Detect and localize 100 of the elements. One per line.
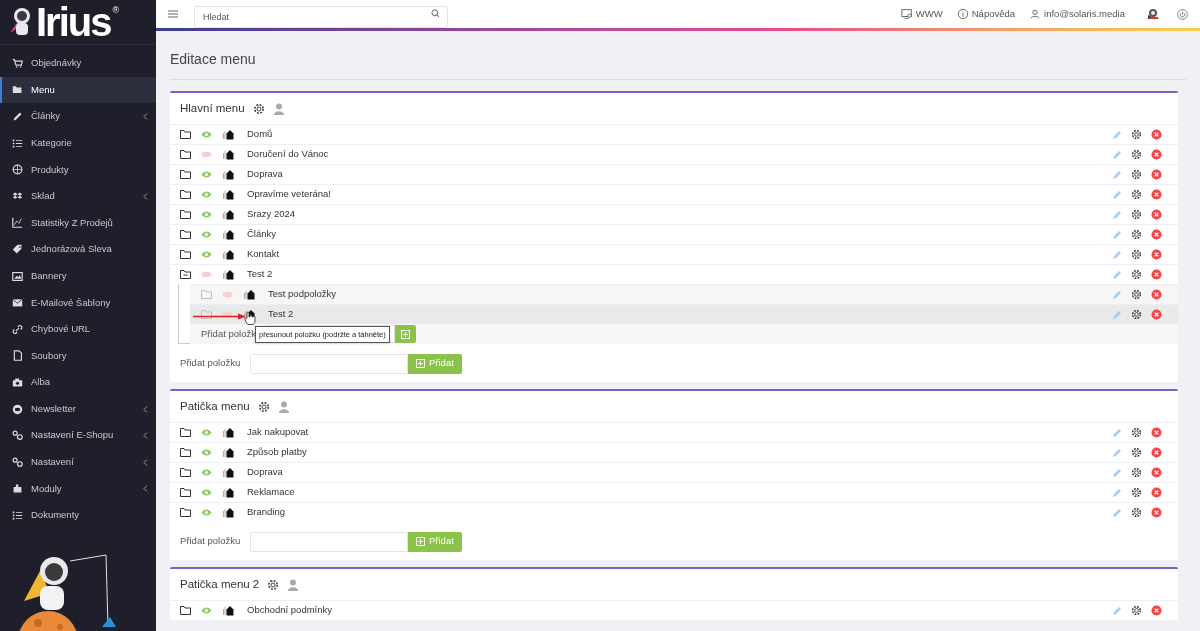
delete-icon[interactable]	[1151, 467, 1162, 478]
drag-handle-icon[interactable]	[223, 507, 234, 518]
drag-handle-icon[interactable]	[223, 229, 234, 240]
drag-handle-icon[interactable]	[223, 149, 234, 160]
delete-icon[interactable]	[1151, 269, 1162, 280]
folder-icon[interactable]	[180, 488, 191, 497]
folder-icon[interactable]	[180, 170, 191, 179]
sidebar-item[interactable]: Bannery	[0, 262, 156, 290]
folder-icon[interactable]	[180, 606, 191, 615]
delete-icon[interactable]	[1151, 249, 1162, 260]
delete-icon[interactable]	[1151, 129, 1162, 140]
drag-handle-icon[interactable]	[244, 289, 255, 300]
settings-icon[interactable]	[1131, 269, 1142, 280]
item-name-field[interactable]	[250, 531, 408, 552]
sidebar-item[interactable]: Produkty	[0, 156, 156, 183]
eye-icon[interactable]	[201, 429, 212, 436]
folder-icon[interactable]	[180, 150, 191, 159]
search-field[interactable]: Hledat	[194, 6, 448, 28]
folder-icon[interactable]	[180, 230, 191, 239]
settings-icon[interactable]	[1131, 605, 1142, 616]
eye-icon[interactable]	[201, 211, 212, 218]
settings-icon[interactable]	[1131, 249, 1142, 260]
delete-icon[interactable]	[1151, 309, 1162, 320]
eye-icon[interactable]	[201, 171, 212, 178]
hidden-eye-icon[interactable]	[222, 311, 233, 318]
folder-icon[interactable]	[180, 130, 191, 139]
drag-handle-icon[interactable]	[223, 467, 234, 478]
settings-icon[interactable]	[1131, 289, 1142, 300]
settings-icon[interactable]	[267, 578, 280, 591]
delete-icon[interactable]	[1151, 149, 1162, 160]
settings-icon[interactable]	[1131, 507, 1142, 518]
drag-handle-icon[interactable]	[223, 209, 234, 220]
user-icon[interactable]	[272, 102, 285, 115]
power-icon[interactable]	[1177, 8, 1188, 20]
folder-icon[interactable]	[180, 508, 191, 517]
settings-icon[interactable]	[1131, 467, 1142, 478]
sidebar-item[interactable]: Chybové URL	[0, 315, 156, 343]
user-icon[interactable]	[287, 578, 300, 591]
search-icon[interactable]	[431, 9, 440, 18]
eye-icon[interactable]	[201, 469, 212, 476]
menu-item-row[interactable]: Obchodní podmínky	[170, 600, 1178, 620]
top-link[interactable]: Nápověda	[956, 6, 1016, 22]
folder-icon[interactable]	[180, 428, 191, 437]
sidebar-item[interactable]: Menu	[0, 76, 156, 104]
drag-handle-icon[interactable]	[223, 487, 234, 498]
settings-icon[interactable]	[1131, 427, 1142, 438]
eye-icon[interactable]	[201, 607, 212, 614]
eye-icon[interactable]	[201, 489, 212, 496]
drag-handle-icon[interactable]	[223, 189, 234, 200]
drag-handle-icon[interactable]	[223, 249, 234, 260]
folder-icon[interactable]	[180, 448, 191, 457]
delete-icon[interactable]	[1151, 487, 1162, 498]
drag-handle-icon[interactable]	[223, 169, 234, 180]
top-link[interactable]: info@solaris.media	[1029, 6, 1125, 22]
delete-icon[interactable]	[1151, 289, 1162, 300]
drag-handle-icon[interactable]	[223, 269, 234, 280]
eye-icon[interactable]	[201, 251, 212, 258]
delete-icon[interactable]	[1151, 605, 1162, 616]
sidebar-item[interactable]: Jednorázová Sleva	[0, 236, 156, 263]
drag-handle-icon[interactable]	[223, 427, 234, 438]
sidebar-item[interactable]: Soubory	[0, 342, 156, 370]
folder-minus-icon[interactable]	[180, 270, 191, 279]
delete-icon[interactable]	[1151, 507, 1162, 518]
folder-icon[interactable]	[180, 468, 191, 477]
settings-icon[interactable]	[1131, 169, 1142, 180]
sidebar-item[interactable]: Alba	[0, 369, 156, 396]
folder-icon[interactable]	[180, 250, 191, 259]
sidebar-item[interactable]: Články	[0, 103, 156, 130]
delete-icon[interactable]	[1151, 229, 1162, 240]
sidebar-item[interactable]: E-Mailové Šablony	[0, 289, 156, 316]
settings-icon[interactable]	[257, 400, 270, 413]
eye-icon[interactable]	[201, 231, 212, 238]
sidebar-item[interactable]: Dokumenty	[0, 502, 156, 529]
settings-icon[interactable]	[1131, 149, 1142, 160]
settings-icon[interactable]	[252, 102, 265, 115]
delete-icon[interactable]	[1151, 189, 1162, 200]
eye-icon[interactable]	[201, 131, 212, 138]
user-icon[interactable]	[277, 400, 290, 413]
settings-icon[interactable]	[1131, 229, 1142, 240]
eye-icon[interactable]	[201, 509, 212, 516]
folder-icon[interactable]	[180, 210, 191, 219]
sidebar-item[interactable]: Newsletter	[0, 395, 156, 423]
delete-icon[interactable]	[1151, 169, 1162, 180]
drag-handle-icon[interactable]	[223, 447, 234, 458]
settings-icon[interactable]	[1131, 189, 1142, 200]
settings-icon[interactable]	[1131, 209, 1142, 220]
settings-icon[interactable]	[1131, 129, 1142, 140]
sidebar-item[interactable]: Nastavení	[0, 448, 156, 476]
drag-handle-icon[interactable]	[223, 605, 234, 616]
delete-icon[interactable]	[1151, 447, 1162, 458]
add-button[interactable]	[395, 325, 416, 343]
sidebar-item[interactable]: Nastavení E-Shopu	[0, 422, 156, 449]
sidebar-item[interactable]: Moduly	[0, 475, 156, 503]
folder-icon[interactable]	[180, 190, 191, 199]
sidebar-item[interactable]: Sklad	[0, 182, 156, 210]
language-flag-icon[interactable]	[1147, 8, 1159, 20]
delete-icon[interactable]	[1151, 427, 1162, 438]
settings-icon[interactable]	[1131, 487, 1142, 498]
sidebar-item[interactable]: Kategorie	[0, 129, 156, 157]
item-name-field[interactable]	[250, 353, 408, 374]
